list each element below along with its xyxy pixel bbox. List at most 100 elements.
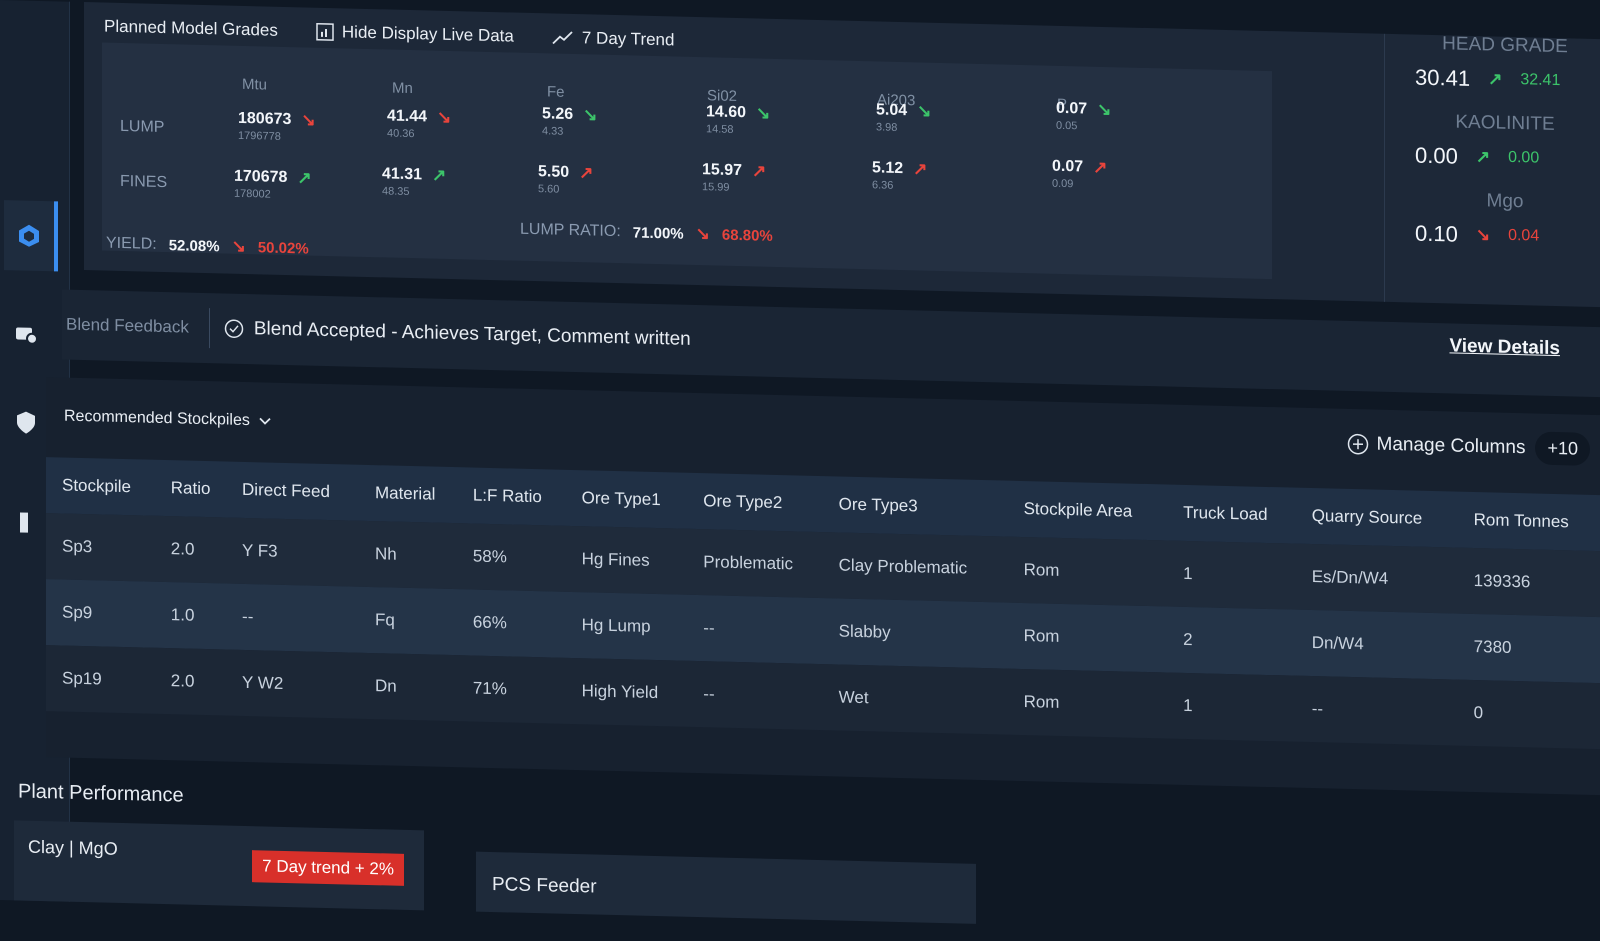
recommended-stockpiles-panel: Recommended Stockpiles Manage Columns +1… [46,377,1600,795]
grade-cell: 0.070.05↘ [1056,100,1111,133]
grade-cell: 170678178002↗ [234,168,312,202]
grade-cell: 5.264.33↘ [542,105,597,138]
table-cell: Slabby [823,598,1008,669]
trend-up-icon: ↗ [1093,159,1107,177]
blend-cube-icon[interactable] [4,200,58,271]
lump-ratio-value: 71.00% [633,224,684,242]
table-cell: 1 [1167,541,1296,610]
column-header[interactable]: Ore Type1 [566,470,688,529]
table-cell: Dn [359,653,457,721]
extra-columns-badge[interactable]: +10 [1535,432,1590,466]
table-cell: 2.0 [155,516,226,584]
column-header[interactable]: Ratio [155,460,226,518]
column-header[interactable]: Direct Feed [226,462,359,521]
table-cell: 66% [457,589,566,658]
table-cell: 7380 [1458,614,1600,683]
bar-chart-icon [316,23,334,41]
lump-ratio-summary: LUMP RATIO: 71.00% ↘ 68.80% [520,221,773,245]
column-header[interactable]: Material [359,465,457,523]
column-header[interactable]: Quarry Source [1296,488,1458,548]
row-label-fines: FINES [120,173,167,192]
table-cell: High Yield [566,658,688,727]
kaolinite-value: 0.00 [1415,143,1458,170]
lump-ratio-compare: 68.80% [722,226,773,244]
table-cell: Sp19 [46,645,155,714]
column-header[interactable]: Ore Type2 [687,473,822,532]
table-cell: -- [1296,676,1458,746]
trend-up-icon: ↗ [913,160,927,178]
table-cell: 1 [1167,673,1296,742]
shield-icon[interactable] [4,400,48,445]
manage-columns-label: Manage Columns [1377,433,1526,459]
kaolinite-compare: 0.00 [1508,149,1539,168]
lump-ratio-label: LUMP RATIO: [520,221,621,241]
mgo-block: Mgo 0.10 ↘ 0.04 [1415,189,1600,253]
grade-cell: 14.6014.58↘ [706,103,770,137]
column-header[interactable]: L:F Ratio [457,467,566,526]
hide-live-data-toggle[interactable]: Hide Display Live Data [316,22,514,47]
table-cell: Hg Lump [566,592,688,661]
clay-mgo-title: Clay | MgO [28,837,118,860]
trend-down-icon: ↘ [756,104,770,122]
table-cell: Wet [823,664,1008,735]
grades-grid: Mtu Mn Fe Si02 Ai203 P LUMP FINES 180673… [102,42,1272,279]
column-header[interactable]: Stockpile [46,457,155,516]
trend-down-icon: ↘ [437,109,451,127]
trend-down-icon: ↘ [1097,101,1111,119]
pcs-feeder-title: PCS Feeder [492,874,597,899]
trend-up-icon: ↗ [579,164,593,182]
chevron-down-icon [258,416,272,426]
trend-down-icon: ↘ [583,106,597,124]
column-header: Si02 [707,87,737,105]
column-header[interactable]: Rom Tonnes [1458,492,1600,551]
blend-status-text: Blend Accepted - Achieves Target, Commen… [254,318,691,351]
document-icon[interactable] [4,500,48,545]
table-cell: 2.0 [155,648,226,716]
table-cell: Y W2 [226,650,359,719]
table-cell: Clay Problematic [823,532,1008,603]
head-grade-value: 30.41 [1415,65,1470,92]
hide-live-data-label: Hide Display Live Data [342,22,514,46]
seven-day-trend-toggle[interactable]: 7 Day Trend [552,27,675,50]
blend-status: Blend Accepted - Achieves Target, Commen… [224,317,691,350]
manage-columns-button[interactable]: Manage Columns [1347,432,1526,458]
trend-down-icon: ↘ [1476,226,1490,244]
table-cell: 1.0 [155,582,226,650]
head-grade-title: HEAD GRADE [1415,33,1595,59]
column-header[interactable]: Truck Load [1167,485,1296,544]
grade-cell: 1806731796778↘ [238,110,316,144]
truck-clock-icon[interactable] [4,310,48,355]
clay-mgo-card[interactable]: Clay | MgO 7 Day trend + 2% [14,820,424,910]
grade-cell: 41.3148.35↗ [382,165,446,199]
kaolinite-block: KAOLINITE 0.00 ↗ 0.00 [1415,111,1600,175]
head-grade-block: HEAD GRADE 30.41 ↗ 32.41 [1415,33,1600,97]
trend-down-icon: ↘ [917,102,931,120]
stockpiles-dropdown[interactable]: Recommended Stockpiles [64,408,272,431]
stockpiles-table: Stockpile Ratio Direct Feed Material L:F… [46,457,1600,749]
grades-title: Planned Model Grades [104,17,278,41]
table-cell: 71% [457,655,566,724]
column-header: Fe [547,83,565,100]
trend-down-icon: ↘ [696,225,710,243]
column-header[interactable]: Stockpile Area [1008,481,1168,541]
mgo-title: Mgo [1415,189,1595,215]
grade-cell: 5.126.36↗ [872,159,927,192]
check-circle-icon [224,318,244,338]
trend-up-icon: ↗ [1476,148,1490,166]
view-details-link[interactable]: View Details [1449,335,1560,360]
head-grade-panel: HEAD GRADE 30.41 ↗ 32.41 KAOLINITE 0.00 … [1384,34,1600,309]
table-cell: Problematic [687,529,822,598]
table-cell: Rom [1008,603,1168,673]
table-cell: Sp9 [46,579,155,648]
table-cell: 2 [1167,607,1296,676]
yield-summary: YIELD: 52.08% ↘ 50.02% [106,235,309,258]
trend-up-icon: ↗ [297,169,311,187]
trend-up-icon: ↗ [432,167,446,185]
column-header[interactable]: Ore Type3 [823,476,1008,537]
planned-model-grades-panel: Planned Model Grades Hide Display Live D… [84,2,1600,307]
head-grade-compare: 32.41 [1520,71,1560,90]
table-cell: 58% [457,523,566,592]
table-cell: Rom [1008,537,1168,607]
column-header: Mn [392,80,413,98]
pcs-feeder-card[interactable]: PCS Feeder [476,852,976,924]
